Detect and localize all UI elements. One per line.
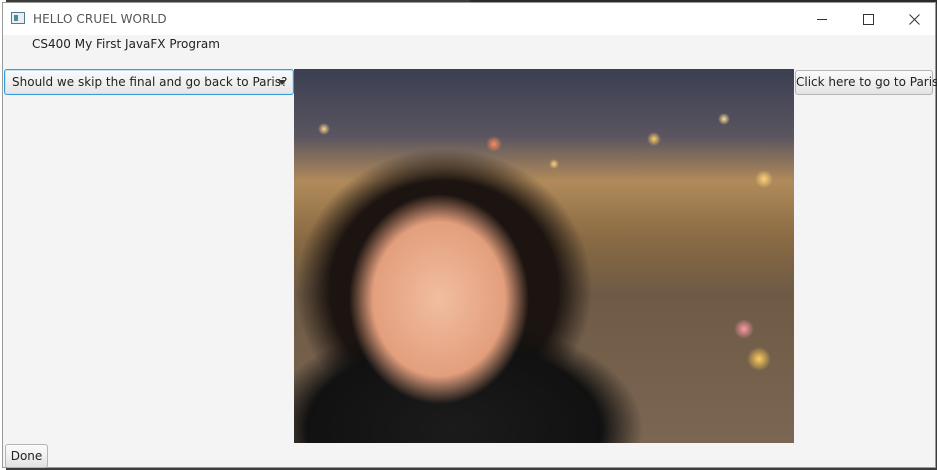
maximize-button[interactable] (845, 3, 891, 35)
close-button[interactable] (891, 3, 937, 35)
minimize-button[interactable] (799, 3, 845, 35)
app-window: HELLO CRUEL WORLD CS400 My First JavaFX … (2, 2, 937, 468)
window-title: HELLO CRUEL WORLD (33, 12, 167, 26)
minimize-icon (817, 18, 827, 20)
go-to-paris-button[interactable]: Click here to go to Paris (795, 70, 937, 95)
combobox-selected-value: Should we skip the final and go back to … (12, 75, 288, 89)
done-button[interactable]: Done (5, 444, 48, 468)
close-icon (908, 13, 920, 25)
photo-city-lights (294, 69, 794, 443)
question-combobox[interactable]: Should we skip the final and go back to … (4, 69, 294, 95)
paris-photo (294, 69, 794, 443)
chevron-down-icon[interactable] (278, 80, 286, 85)
title-bar[interactable]: HELLO CRUEL WORLD (3, 3, 935, 35)
maximize-icon (862, 13, 874, 25)
app-icon (11, 12, 25, 24)
header-label: CS400 My First JavaFX Program (32, 37, 220, 51)
